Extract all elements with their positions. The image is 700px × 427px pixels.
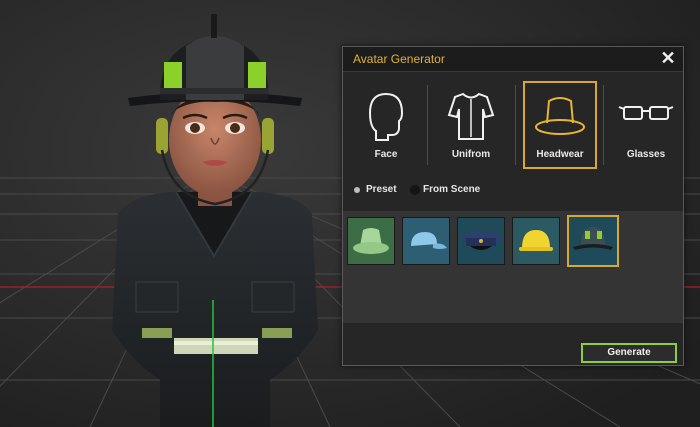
generate-button[interactable]: Generate bbox=[581, 343, 677, 363]
category-divider bbox=[515, 85, 516, 165]
category-label: Face bbox=[374, 149, 398, 160]
head-silhouette-icon bbox=[368, 92, 404, 141]
radio-dot bbox=[410, 185, 420, 195]
category-label: Headwear bbox=[536, 149, 584, 160]
hat-icon bbox=[535, 97, 585, 135]
category-label: Glasses bbox=[626, 149, 666, 160]
panel-title: Avatar Generator bbox=[353, 52, 445, 66]
shirt-icon bbox=[447, 92, 495, 140]
radio-preset-label: Preset bbox=[366, 184, 397, 195]
thumb-firefighter-helmet[interactable] bbox=[567, 215, 619, 267]
radio-from-scene-label: From Scene bbox=[423, 184, 481, 195]
thumb-hard-hat[interactable] bbox=[512, 217, 560, 265]
category-label: Unifrom bbox=[451, 149, 491, 160]
glasses-icon bbox=[618, 106, 674, 120]
radio-dot-selected bbox=[354, 187, 360, 193]
thumb-baseball-cap[interactable] bbox=[402, 217, 450, 265]
panel-title-bar[interactable]: Avatar Generator ✕ bbox=[343, 47, 683, 72]
thumb-bucket-hat[interactable] bbox=[347, 217, 395, 265]
category-divider bbox=[603, 85, 604, 165]
close-icon[interactable]: ✕ bbox=[659, 49, 677, 67]
category-face[interactable]: Face bbox=[349, 81, 423, 169]
category-uniform[interactable]: Unifrom bbox=[434, 81, 508, 169]
category-glasses[interactable]: Glasses bbox=[609, 81, 683, 169]
category-headwear[interactable]: Headwear bbox=[523, 81, 597, 169]
avatar-generator-panel: Avatar Generator ✕ Face Unifrom Headwear bbox=[342, 46, 684, 366]
category-divider bbox=[427, 85, 428, 165]
thumb-police-cap[interactable] bbox=[457, 217, 505, 265]
